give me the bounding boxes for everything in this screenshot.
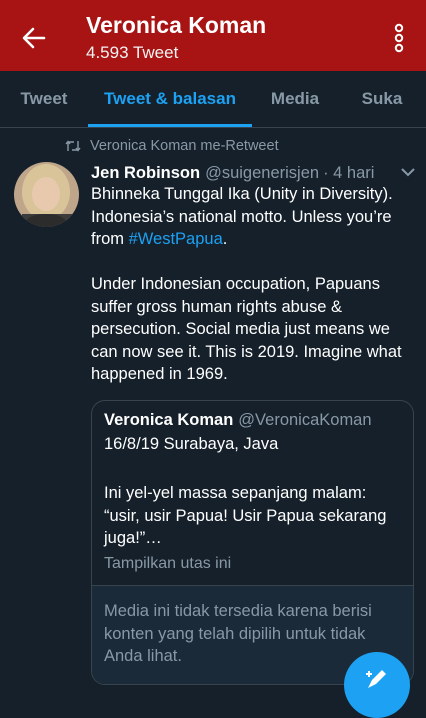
tweet-time: · 4 hari — [323, 163, 375, 182]
arrow-left-icon — [22, 27, 46, 49]
tweet-text-period: . — [222, 230, 228, 248]
author-name[interactable]: Jen Robinson — [91, 164, 200, 183]
retweet-context-label: Veronica Koman me-Retweet — [90, 138, 279, 154]
tab-tweet-and-replies[interactable]: Tweet & balasan — [88, 71, 252, 127]
quoted-author-handle: @VeronicaKoman — [238, 411, 372, 429]
quoted-text-line2: Ini yel-yel massa sepanjang malam: “usir… — [104, 484, 387, 547]
active-tab-indicator — [88, 124, 252, 127]
tweet-text-part2: Under Indonesian occupation, Papuans suf… — [91, 275, 402, 383]
author-handle[interactable]: @suigenerisjen — [205, 164, 319, 183]
hashtag-link[interactable]: #WestPapua — [129, 230, 223, 248]
compose-button[interactable] — [344, 652, 410, 718]
quoted-tweet[interactable]: Veronica Koman @VeronicaKoman 16/8/19 Sur… — [91, 400, 414, 685]
back-button[interactable] — [14, 18, 54, 58]
tab-tweet[interactable]: Tweet — [0, 71, 88, 127]
tab-media[interactable]: Media — [252, 71, 338, 127]
profile-title: Veronica Koman — [86, 12, 267, 38]
tweet-author-row: Jen Robinson @suigenerisjen · 4 hari — [91, 162, 421, 184]
app-header: Veronica Koman 4.593 Tweet — [0, 0, 426, 71]
avatar-image — [14, 162, 79, 227]
avatar[interactable] — [14, 162, 79, 227]
show-thread-link[interactable]: Tampilkan utas ini — [104, 553, 404, 576]
retweet-context[interactable]: Veronica Koman me-Retweet — [64, 136, 279, 156]
tweet-count: 4.593 Tweet — [86, 43, 179, 62]
profile-tabs: Tweet Tweet & balasan Media Suka — [0, 71, 426, 128]
chevron-down-icon[interactable] — [400, 166, 416, 178]
tweet-text: Bhinneka Tunggal Ika (Unity in Diversity… — [91, 183, 421, 408]
quoted-author-name: Veronica Koman — [104, 411, 234, 429]
more-options-button[interactable] — [388, 20, 410, 56]
retweet-icon — [65, 140, 81, 152]
tab-likes[interactable]: Suka — [338, 71, 426, 127]
more-vertical-icon — [394, 23, 404, 53]
quoted-text-line1: 16/8/19 Surabaya, Java — [104, 435, 279, 453]
compose-icon — [366, 670, 386, 688]
quoted-author-row: Veronica Koman @VeronicaKoman — [104, 411, 372, 430]
